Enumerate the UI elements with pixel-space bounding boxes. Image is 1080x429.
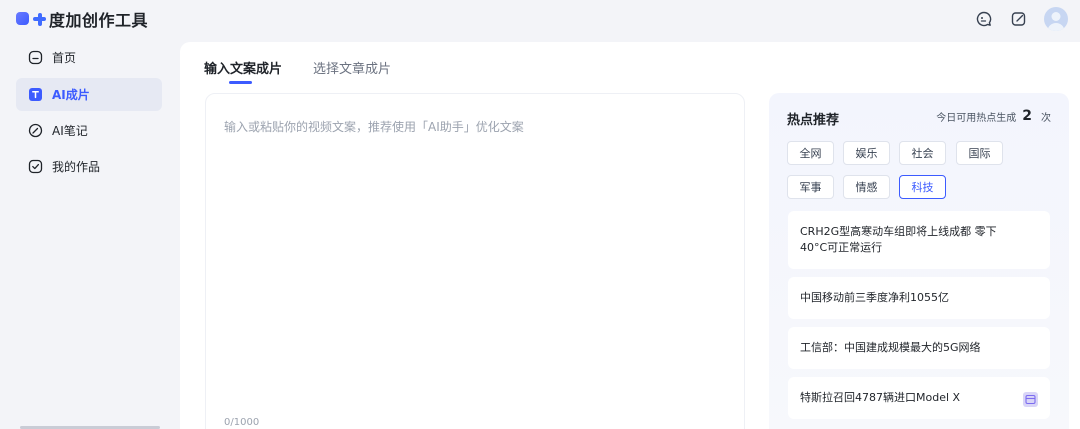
tag-label: 科技 bbox=[911, 181, 934, 194]
sidebar-item-label: 首页 bbox=[52, 51, 77, 65]
quota-label: 今日可用热点生成 bbox=[936, 112, 1017, 124]
hot-topics-title: 热点推荐 bbox=[787, 113, 840, 128]
tag-label: 国际 bbox=[968, 147, 991, 160]
copy-editor[interactable]: 输入或粘贴你的视频文案，推荐使用「AI助手」优化文案 0/1000 bbox=[205, 93, 745, 429]
tab-select-article[interactable]: 选择文章成片 bbox=[313, 58, 391, 78]
tag-international[interactable]: 国际 bbox=[956, 141, 1003, 165]
sidebar-item-label: 我的作品 bbox=[52, 160, 101, 174]
sidebar-item-label: AI成片 bbox=[52, 88, 90, 102]
tag-label: 全网 bbox=[799, 147, 822, 160]
active-tab-indicator bbox=[229, 81, 252, 84]
user-avatar-icon[interactable] bbox=[1044, 7, 1068, 31]
home-icon bbox=[28, 50, 43, 65]
sidebar-item-ai-notes[interactable]: AI笔记 bbox=[16, 114, 162, 147]
tab-label: 输入文案成片 bbox=[204, 62, 283, 77]
my-works-icon bbox=[28, 159, 43, 174]
ai-video-icon bbox=[28, 87, 43, 102]
top-bar: 度加创作工具 bbox=[0, 0, 1080, 40]
news-title: 特斯拉召回4787辆进口Model X bbox=[800, 391, 961, 404]
brand-name: 度加创作工具 bbox=[49, 11, 149, 30]
editor-placeholder: 输入或粘贴你的视频文案，推荐使用「AI助手」优化文案 bbox=[224, 120, 524, 134]
tab-input-copy[interactable]: 输入文案成片 bbox=[204, 58, 283, 84]
tag-entertainment[interactable]: 娱乐 bbox=[843, 141, 890, 165]
hot-quota: 今日可用热点生成 2 次 bbox=[936, 108, 1051, 124]
hot-topics-panel: 热点推荐 今日可用热点生成 2 次 全网 娱乐 社会 国际 军事 情感 科技 C… bbox=[769, 93, 1069, 429]
tag-label: 社会 bbox=[911, 147, 934, 160]
character-counter: 0/1000 bbox=[224, 417, 260, 428]
news-item[interactable]: CRH2G型高寒动车组即将上线成都 零下40°C可正常运行 bbox=[788, 211, 1050, 269]
news-title: 工信部：中国建成规模最大的5G网络 bbox=[800, 341, 981, 354]
news-item[interactable]: 特斯拉召回4787辆进口Model X bbox=[788, 377, 1050, 419]
tag-label: 军事 bbox=[799, 181, 822, 194]
tag-label: 娱乐 bbox=[855, 147, 878, 160]
hint-bubble-icon[interactable] bbox=[973, 8, 995, 30]
tag-all[interactable]: 全网 bbox=[787, 141, 834, 165]
edit-note-icon[interactable] bbox=[1008, 8, 1030, 30]
tab-label: 选择文章成片 bbox=[313, 62, 392, 77]
news-item[interactable]: 中国移动前三季度净利1055亿 bbox=[788, 277, 1050, 319]
sidebar-item-label: AI笔记 bbox=[52, 124, 88, 138]
news-title: CRH2G型高寒动车组即将上线成都 零下40°C可正常运行 bbox=[800, 225, 997, 254]
sidebar-item-home[interactable]: 首页 bbox=[16, 41, 162, 74]
quota-unit: 次 bbox=[1041, 112, 1051, 124]
sidebar: 首页 AI成片 AI笔记 我的作品 bbox=[0, 40, 178, 429]
tag-society[interactable]: 社会 bbox=[899, 141, 946, 165]
brand-plus-logo-icon bbox=[16, 9, 48, 29]
tag-emotion[interactable]: 情感 bbox=[843, 175, 890, 199]
quota-value: 2 bbox=[1022, 108, 1032, 124]
sidebar-item-my-works[interactable]: 我的作品 bbox=[16, 150, 162, 183]
sidebar-item-ai-video[interactable]: AI成片 bbox=[16, 78, 162, 111]
news-title: 中国移动前三季度净利1055亿 bbox=[800, 291, 949, 304]
tag-military[interactable]: 军事 bbox=[787, 175, 834, 199]
generate-video-icon[interactable] bbox=[1023, 392, 1038, 407]
main-panel: 输入文案成片 选择文章成片 输入或粘贴你的视频文案，推荐使用「AI助手」优化文案… bbox=[180, 42, 1080, 429]
brand-logo[interactable]: 度加创作工具 bbox=[16, 8, 148, 30]
pen-note-icon bbox=[28, 123, 43, 138]
tag-technology[interactable]: 科技 bbox=[899, 175, 946, 199]
news-item[interactable]: 工信部：中国建成规模最大的5G网络 bbox=[788, 327, 1050, 369]
tag-label: 情感 bbox=[855, 181, 878, 194]
tab-bar: 输入文案成片 选择文章成片 bbox=[204, 58, 422, 84]
